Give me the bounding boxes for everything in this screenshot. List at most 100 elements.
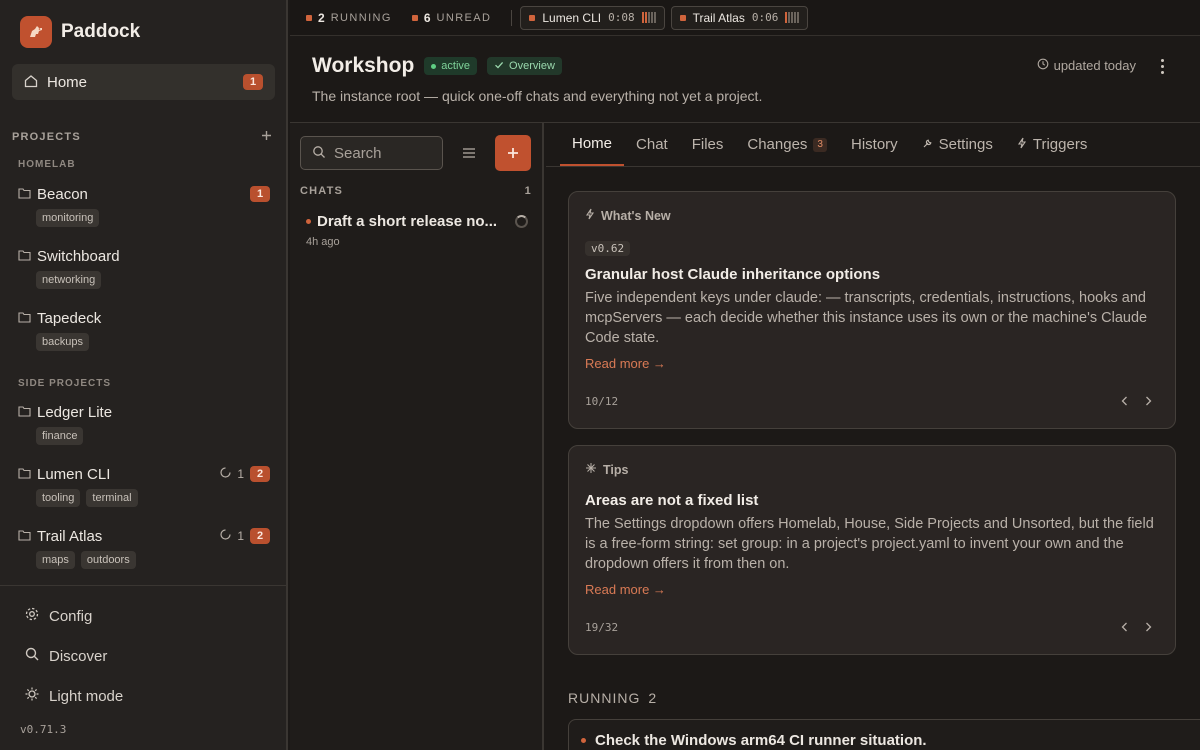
config-button[interactable]: Config [24,606,92,626]
sidebar-item-beacon[interactable]: Beacon 1 monitoring [18,184,270,227]
light-mode-button[interactable]: Light mode [24,686,123,706]
read-more-link[interactable]: Read more → [585,356,666,371]
unread-status[interactable]: 6 UNREAD [411,11,492,25]
running-list-item[interactable]: Check the Windows arm64 CI runner situat… [581,732,927,749]
running-count: 1 [237,529,244,543]
project-tag[interactable]: backups [36,333,89,351]
tab-home[interactable]: Home [560,123,625,166]
unread-dot-icon [411,14,418,21]
card-nav [1119,621,1153,633]
progress-bars [785,12,800,23]
status-label: active [441,60,471,72]
chats-heading-label: CHATS [300,185,344,197]
sidebar-divider [0,585,286,586]
tab-changes[interactable]: Changes 3 [735,123,839,166]
kebab-icon[interactable] [1154,56,1170,76]
spinner-icon [220,529,231,543]
tab-label: History [850,136,898,153]
project-tag[interactable]: terminal [86,489,138,507]
chats-count: 1 [524,185,532,197]
chevron-right-icon[interactable] [1143,395,1153,407]
folder-icon [18,466,31,482]
group-heading-side-projects: SIDE PROJECTS [18,378,112,389]
running-chip-lumen-cli[interactable]: Lumen CLI 0:08 [520,5,665,30]
tab-history[interactable]: History [839,123,910,166]
chevron-right-icon[interactable] [1143,621,1153,633]
card-body: The Settings dropdown offers Homelab, Ho… [585,516,1154,572]
updated-timestamp: updated today [1037,58,1136,73]
chevron-left-icon[interactable] [1119,621,1129,633]
tab-files[interactable]: Files [680,123,736,166]
horse-logo-icon [20,16,52,48]
project-name: Switchboard [37,247,120,265]
running-dot-icon [529,14,536,21]
project-tag[interactable]: tooling [36,489,81,507]
bolt-icon [585,208,595,223]
project-tag[interactable]: maps [36,551,75,569]
bolt-icon [1017,136,1027,153]
running-label: RUNNING [330,11,392,24]
brand[interactable]: Paddock [20,16,140,48]
card-body: Five independent keys under claude: — tr… [585,290,1148,346]
plus-icon [508,148,518,158]
divider [511,9,513,26]
folder-icon [18,186,31,202]
overview-badge[interactable]: Overview [487,57,562,75]
discover-button[interactable]: Discover [24,646,107,666]
running-status[interactable]: 2 RUNNING [306,11,392,25]
sidebar-item-trail-atlas[interactable]: Trail Atlas 1 2 maps outdoors [18,526,270,569]
sidebar-item-tapedeck[interactable]: Tapedeck backups [18,308,270,351]
running-dot-icon [581,738,586,743]
unread-badge: 2 [250,528,270,544]
new-chat-button[interactable] [495,135,531,171]
folder-icon [18,310,31,326]
chevron-left-icon[interactable] [1119,395,1129,407]
running-chip-trail-atlas[interactable]: Trail Atlas 0:06 [670,5,809,30]
sidebar-item-ledger-lite[interactable]: Ledger Lite finance [18,402,270,445]
progress-segment [644,12,647,23]
tab-triggers[interactable]: Triggers [1005,123,1099,166]
spinner-icon [220,467,231,481]
running-item-title: Check the Windows arm64 CI runner situat… [595,732,927,749]
tab-bar: Home Chat Files Changes 3 History Settin… [546,123,1200,167]
tab-settings[interactable]: Settings [910,123,1005,166]
read-more-link[interactable]: Read more → [585,582,666,597]
add-project-button[interactable] [258,128,274,146]
sidebar-item-lumen-cli[interactable]: Lumen CLI 1 2 tooling terminal [18,464,270,507]
card-title: Granular host Claude inheritance options [585,266,881,283]
project-tag[interactable]: outdoors [80,551,136,569]
card-nav [1119,395,1153,407]
progress-segment [794,12,797,23]
status-dot-icon [431,63,437,69]
project-tag[interactable]: monitoring [36,209,100,227]
project-tag[interactable]: finance [36,427,84,445]
sidebar-item-label: Home [47,73,88,91]
project-name: Ledger Lite [37,403,113,421]
running-heading-label: RUNNING [568,690,641,706]
version-badge: v0.62 [585,241,631,256]
card-heading-label: What's New [601,208,671,223]
project-name: Lumen CLI [37,465,111,483]
group-heading-homelab: HOMELAB [18,159,76,170]
config-label: Config [49,607,93,625]
tab-chat[interactable]: Chat [624,123,680,166]
discover-label: Discover [49,647,108,665]
chat-title: Draft a short release no... [317,213,498,230]
sidebar-item-switchboard[interactable]: Switchboard networking [18,246,270,289]
tips-card: Tips Areas are not a fixed list The Sett… [568,445,1176,655]
tab-label: Settings [938,136,993,153]
search-box[interactable] [300,136,443,170]
search-input[interactable] [334,144,434,162]
chip-name: Trail Atlas [692,10,745,25]
chat-list-item[interactable]: Draft a short release no... 4h ago [306,213,528,248]
unread-badge: 1 [250,186,270,202]
project-tag[interactable]: networking [36,271,102,289]
tab-label: Triggers [1032,136,1088,153]
sidebar-item-home[interactable]: Home 1 [12,64,275,100]
project-name: Beacon [37,185,88,203]
list-icon[interactable] [460,144,478,162]
progress-segment [785,12,788,23]
running-dot-icon [306,14,312,21]
unread-label: UNREAD [436,11,492,24]
home-icon [24,74,38,91]
